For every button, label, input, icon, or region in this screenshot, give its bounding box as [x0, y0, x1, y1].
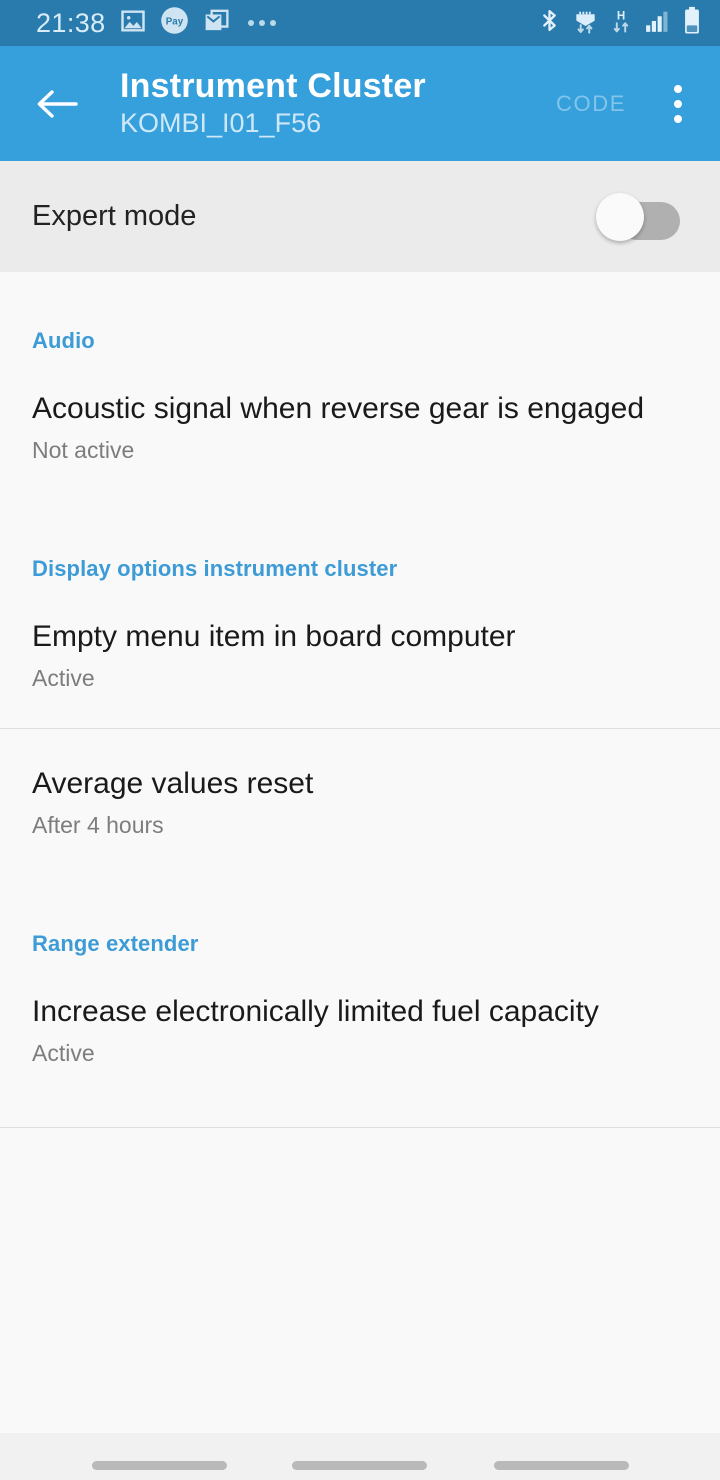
list-divider: [0, 1127, 720, 1129]
more-notifications-icon: [247, 20, 276, 26]
toggle-thumb: [596, 192, 644, 241]
pref-title: Average values reset: [32, 767, 314, 801]
system-navigation-bar: [0, 1433, 720, 1480]
pref-summary: After 4 hours: [32, 811, 164, 838]
back-arrow-icon[interactable]: [30, 77, 84, 131]
preferences-list: Audio Acoustic signal when reverse gear …: [0, 272, 720, 1433]
hspa-data-icon: H: [609, 7, 633, 40]
status-bar-clock: 21:38: [36, 7, 106, 38]
pref-title: Acoustic signal when reverse gear is eng…: [32, 392, 645, 425]
page-subtitle: KOMBI_I01_F56: [120, 108, 322, 139]
svg-text:H: H: [617, 9, 625, 22]
email-icon: [202, 6, 231, 40]
page-title: Instrument Cluster: [120, 67, 426, 106]
section-header-display-options: Display options instrument cluster: [32, 556, 398, 582]
pref-item-average-values-reset[interactable]: Average values reset After 4 hours: [0, 729, 720, 839]
pref-title: Increase electronically limited fuel cap…: [32, 995, 599, 1029]
pref-item-acoustic-reverse-signal[interactable]: Acoustic signal when reverse gear is eng…: [0, 354, 720, 464]
status-bar: 21:38 Pay H: [0, 0, 720, 46]
bluetooth-icon: [537, 7, 562, 39]
back-button[interactable]: [494, 1461, 629, 1470]
phone-screen: 21:38 Pay H Instrument Cluster KOMBI_I01…: [0, 0, 720, 1480]
recents-button[interactable]: [92, 1461, 227, 1470]
pref-item-empty-menu-item[interactable]: Empty menu item in board computer Active: [0, 582, 720, 692]
wifi-transfer-icon: [573, 7, 598, 40]
home-button[interactable]: [292, 1461, 427, 1470]
pref-summary: Active: [32, 1039, 95, 1066]
status-bar-right: H: [537, 6, 702, 40]
pref-summary: Active: [32, 664, 95, 691]
pay-icon: Pay: [160, 6, 189, 40]
section-header-audio: Audio: [32, 328, 95, 353]
gallery-icon: [119, 7, 147, 40]
battery-icon: [682, 6, 702, 40]
expert-mode-label: Expert mode: [32, 200, 197, 232]
app-bar-titles: Instrument Cluster KOMBI_I01_F56: [120, 67, 550, 139]
pref-item-increase-fuel-capacity[interactable]: Increase electronically limited fuel cap…: [0, 957, 720, 1067]
overflow-menu-icon[interactable]: [658, 76, 698, 132]
svg-text:Pay: Pay: [165, 17, 183, 28]
code-button[interactable]: CODE: [550, 81, 632, 127]
expert-mode-toggle[interactable]: [596, 192, 680, 241]
app-bar: Instrument Cluster KOMBI_I01_F56 CODE: [0, 46, 720, 161]
pref-summary: Not active: [32, 436, 135, 463]
pref-title: Empty menu item in board computer: [32, 620, 516, 654]
status-bar-left: 21:38 Pay: [36, 6, 276, 40]
expert-mode-row[interactable]: Expert mode: [0, 161, 720, 272]
section-header-range-extender: Range extender: [32, 931, 199, 957]
signal-bars-icon: [644, 8, 671, 39]
